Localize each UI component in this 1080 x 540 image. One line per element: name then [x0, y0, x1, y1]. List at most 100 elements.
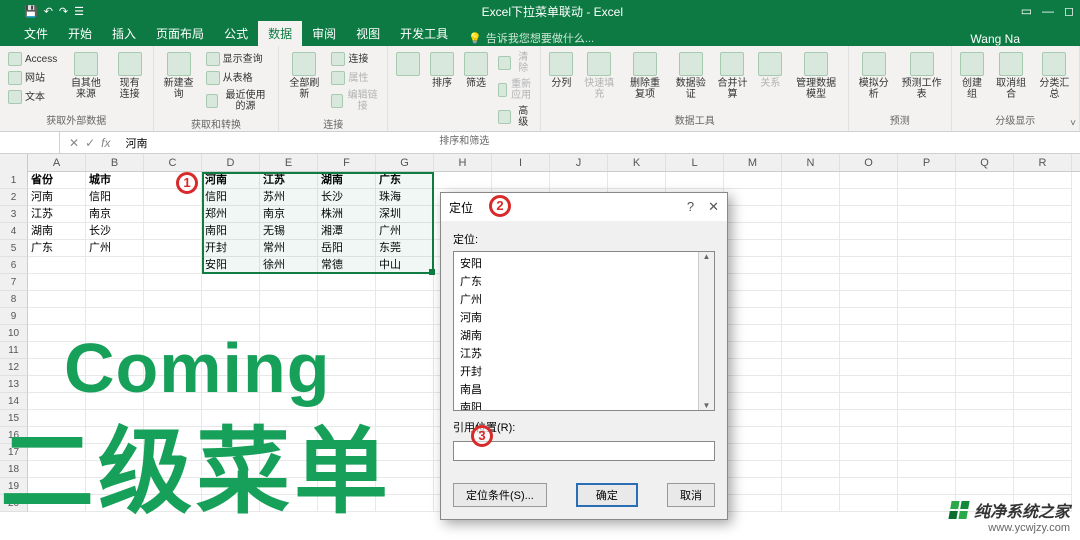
cell[interactable]	[318, 393, 376, 410]
cell[interactable]	[28, 257, 86, 274]
col-header[interactable]: P	[898, 154, 956, 171]
cell[interactable]	[86, 342, 144, 359]
list-item[interactable]: 广州	[454, 290, 714, 308]
cell[interactable]	[724, 291, 782, 308]
ok-button[interactable]: 确定	[576, 483, 638, 507]
cell[interactable]: 南京	[260, 206, 318, 223]
cell[interactable]	[202, 393, 260, 410]
cell[interactable]	[86, 376, 144, 393]
cell[interactable]	[144, 495, 202, 512]
cell[interactable]	[434, 172, 492, 189]
cell[interactable]: 省份	[28, 172, 86, 189]
cell[interactable]	[86, 291, 144, 308]
cell[interactable]	[28, 325, 86, 342]
cell[interactable]	[782, 495, 840, 512]
cell[interactable]	[782, 206, 840, 223]
cell[interactable]	[956, 342, 1014, 359]
cell[interactable]: 广州	[376, 223, 434, 240]
cell[interactable]	[260, 359, 318, 376]
cell[interactable]	[1014, 172, 1072, 189]
cell[interactable]: 深圳	[376, 206, 434, 223]
cell[interactable]	[86, 495, 144, 512]
cell[interactable]	[898, 240, 956, 257]
cell[interactable]: 湖南	[318, 172, 376, 189]
cell[interactable]	[956, 172, 1014, 189]
cell[interactable]	[260, 461, 318, 478]
cell[interactable]	[840, 444, 898, 461]
cell[interactable]	[318, 427, 376, 444]
cell[interactable]	[86, 478, 144, 495]
row-header[interactable]: 11	[0, 342, 28, 359]
cell[interactable]	[724, 495, 782, 512]
cell[interactable]	[898, 427, 956, 444]
cell[interactable]	[86, 410, 144, 427]
btn-data-valid[interactable]: 数据验证	[673, 50, 709, 102]
cell[interactable]	[956, 240, 1014, 257]
cell[interactable]	[144, 206, 202, 223]
cell[interactable]: 常德	[318, 257, 376, 274]
cell[interactable]	[144, 308, 202, 325]
row-header[interactable]: 18	[0, 461, 28, 478]
cell[interactable]	[28, 291, 86, 308]
cell[interactable]	[724, 393, 782, 410]
cell[interactable]	[782, 325, 840, 342]
list-item[interactable]: 安阳	[454, 254, 714, 272]
cell[interactable]	[1014, 393, 1072, 410]
btn-advanced[interactable]: 高级	[496, 104, 534, 130]
cell[interactable]	[260, 478, 318, 495]
row-header[interactable]: 9	[0, 308, 28, 325]
cell[interactable]	[260, 291, 318, 308]
cell[interactable]	[724, 206, 782, 223]
cell[interactable]	[86, 359, 144, 376]
cell[interactable]	[956, 427, 1014, 444]
cell[interactable]: 城市	[86, 172, 144, 189]
cell[interactable]	[898, 461, 956, 478]
cell[interactable]	[86, 325, 144, 342]
cell[interactable]: 徐州	[260, 257, 318, 274]
cell[interactable]	[86, 274, 144, 291]
cell[interactable]	[144, 274, 202, 291]
cell[interactable]	[202, 274, 260, 291]
cell[interactable]	[86, 427, 144, 444]
cell[interactable]	[144, 342, 202, 359]
cell[interactable]	[724, 308, 782, 325]
cell[interactable]: 株洲	[318, 206, 376, 223]
cell[interactable]	[318, 359, 376, 376]
cell[interactable]	[376, 393, 434, 410]
cell[interactable]	[28, 444, 86, 461]
cell[interactable]	[782, 376, 840, 393]
cell[interactable]	[724, 427, 782, 444]
col-header[interactable]: B	[86, 154, 144, 171]
row-header[interactable]: 3	[0, 206, 28, 223]
cell[interactable]	[202, 410, 260, 427]
cell[interactable]	[840, 257, 898, 274]
col-header[interactable]: A	[28, 154, 86, 171]
cell[interactable]	[956, 223, 1014, 240]
cell[interactable]	[782, 359, 840, 376]
btn-recent-source[interactable]: 最近使用的源	[204, 88, 273, 114]
cell[interactable]	[1014, 206, 1072, 223]
cell[interactable]	[898, 206, 956, 223]
cell[interactable]	[840, 410, 898, 427]
cell[interactable]	[376, 308, 434, 325]
cell[interactable]	[28, 359, 86, 376]
cell[interactable]	[840, 427, 898, 444]
cell[interactable]	[608, 172, 666, 189]
cell[interactable]	[782, 172, 840, 189]
btn-new-query[interactable]: 新建查询	[160, 50, 198, 102]
cell[interactable]	[86, 257, 144, 274]
col-header[interactable]: N	[782, 154, 840, 171]
cell[interactable]	[840, 274, 898, 291]
cell[interactable]	[840, 172, 898, 189]
btn-forecast[interactable]: 预测工作表	[899, 50, 945, 102]
cell[interactable]	[956, 410, 1014, 427]
cell[interactable]: 长沙	[86, 223, 144, 240]
qat-undo-icon[interactable]: ↶	[44, 5, 53, 18]
cell[interactable]	[28, 308, 86, 325]
cell[interactable]	[1014, 342, 1072, 359]
cell[interactable]	[956, 206, 1014, 223]
cell[interactable]	[376, 342, 434, 359]
cell[interactable]	[956, 461, 1014, 478]
cell[interactable]	[202, 444, 260, 461]
cell[interactable]	[1014, 291, 1072, 308]
